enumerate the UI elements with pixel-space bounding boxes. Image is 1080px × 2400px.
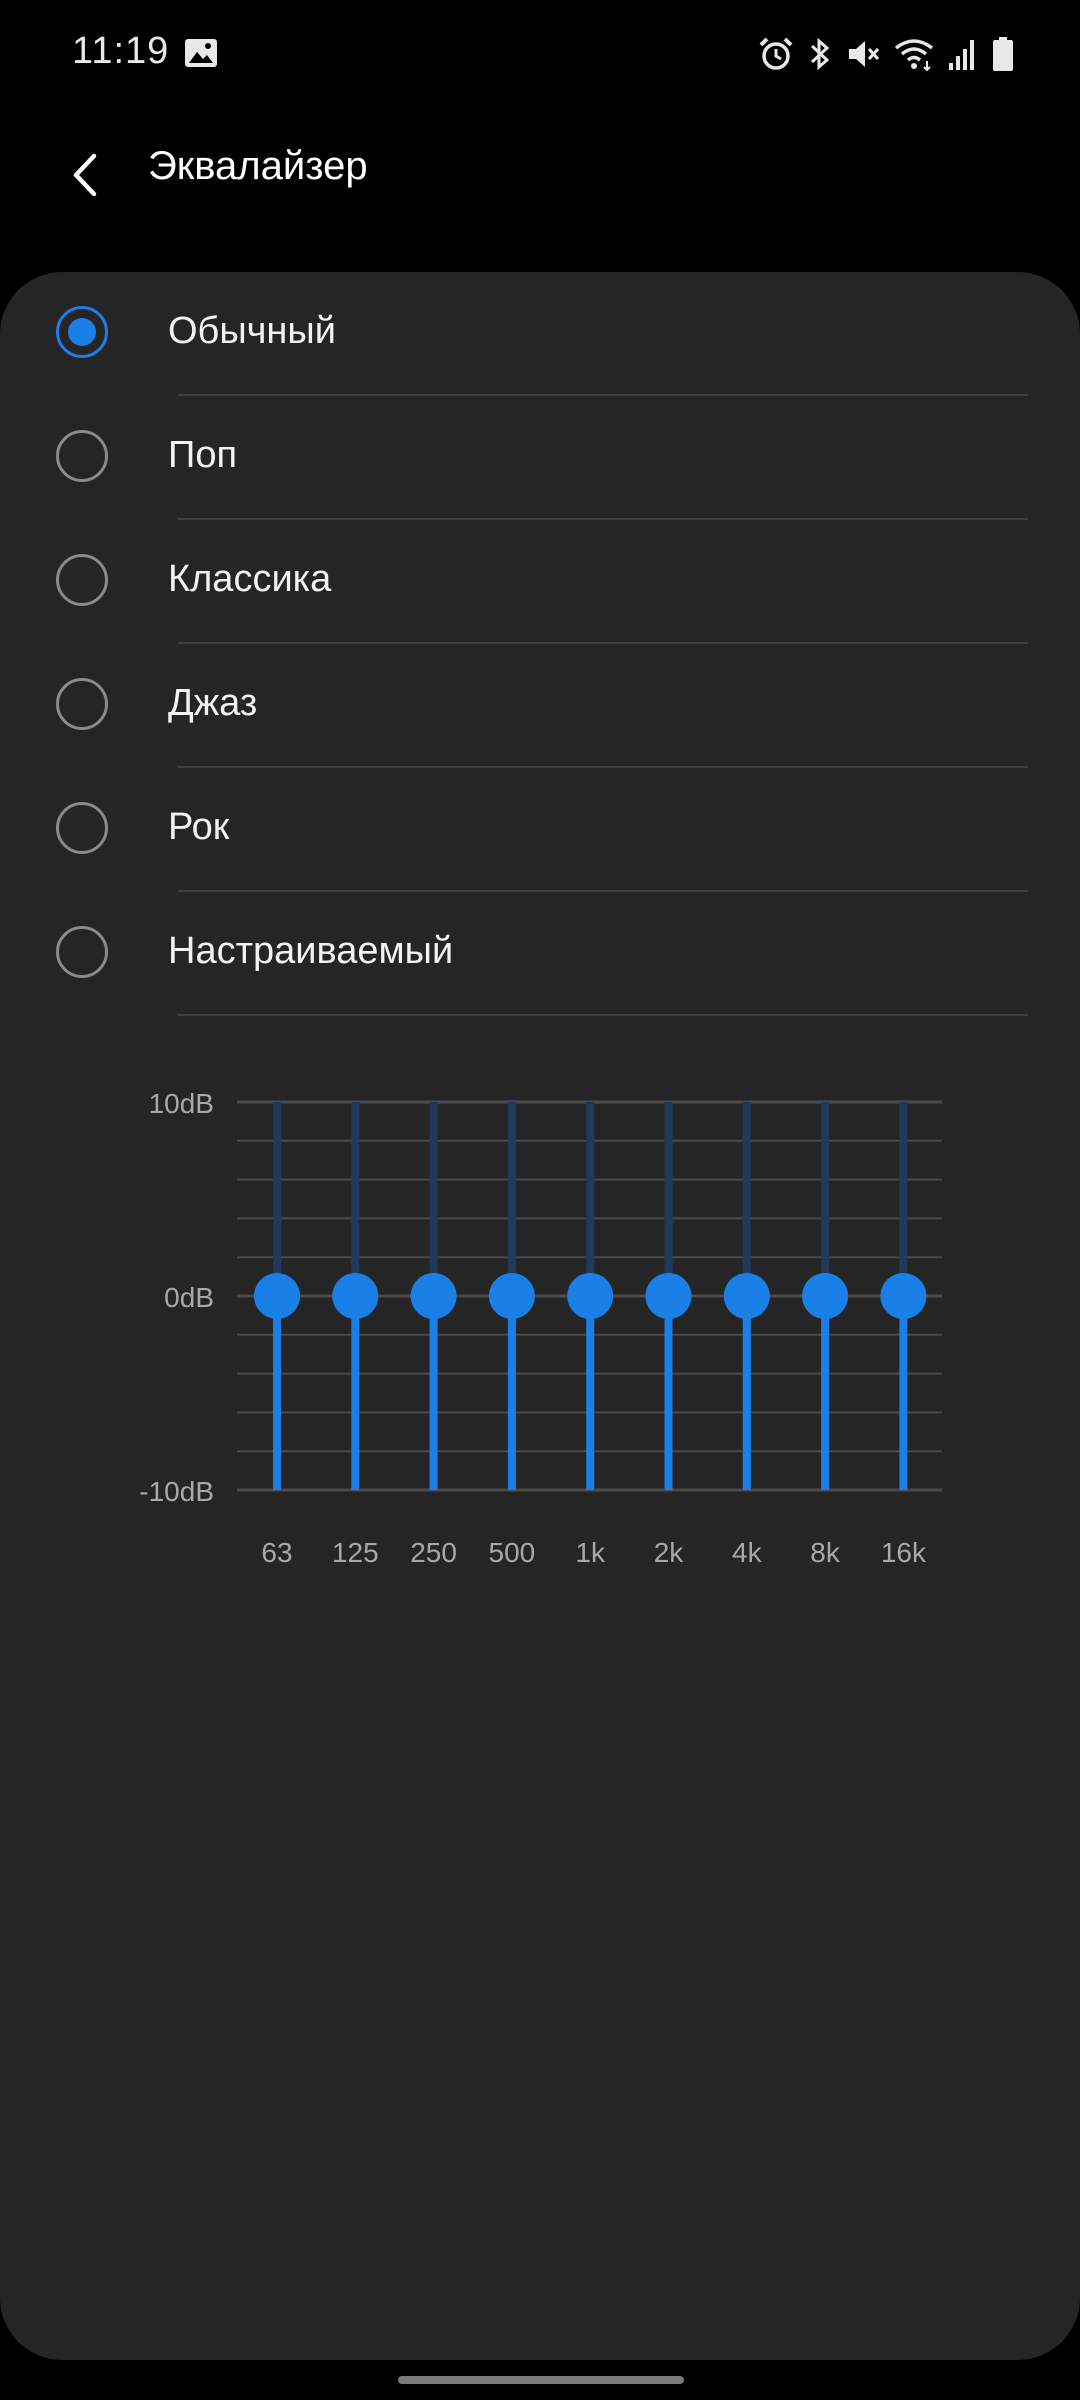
slider-knob[interactable] xyxy=(645,1273,692,1319)
wifi-icon xyxy=(894,39,934,72)
slider-track-upper xyxy=(586,1102,595,1296)
preset-list: Обычный Поп Классика Джаз Рок Настраивае… xyxy=(0,272,1080,1016)
slider-knob[interactable] xyxy=(723,1273,770,1319)
radio-button[interactable] xyxy=(56,306,108,358)
back-button[interactable] xyxy=(50,130,118,220)
x-tick-label: 500 xyxy=(489,1537,536,1568)
radio-button[interactable] xyxy=(56,926,108,978)
slider-track-lower xyxy=(899,1296,908,1490)
radio-button[interactable] xyxy=(56,802,108,854)
equalizer-chart: 10dB 0dB -10dB 63 125 250 500 1k 2k 4k 8k 16k xyxy=(139,1088,942,1568)
slider-track-upper xyxy=(742,1102,751,1296)
gallery-icon xyxy=(185,39,217,67)
radio-button[interactable] xyxy=(56,430,108,482)
preset-label: Джаз xyxy=(168,682,258,724)
slider-track-upper xyxy=(273,1102,281,1296)
status-time: 11:19 xyxy=(72,30,170,72)
slider-track-upper xyxy=(664,1102,673,1296)
battery-icon xyxy=(993,37,1013,71)
preset-option-rock[interactable]: Рок xyxy=(0,768,1080,892)
slider-track-lower xyxy=(351,1296,360,1490)
slider-track-upper xyxy=(351,1102,360,1296)
preset-label: Обычный xyxy=(168,310,336,352)
divider xyxy=(178,1014,1028,1016)
y-tick-label: 0dB xyxy=(164,1282,214,1313)
preset-label: Поп xyxy=(168,434,238,476)
preset-label: Классика xyxy=(168,558,332,600)
status-bar: 11:19 xyxy=(0,0,1080,110)
slider-knob[interactable] xyxy=(332,1273,379,1319)
radio-button[interactable] xyxy=(56,554,108,606)
y-tick-label: 10dB xyxy=(149,1088,214,1119)
navigation-handle[interactable] xyxy=(398,2376,684,2384)
slider-track-upper xyxy=(429,1102,438,1296)
page-title: Эквалайзер xyxy=(148,144,368,188)
equalizer-card: Обычный Поп Классика Джаз Рок Настраивае… xyxy=(0,272,1080,2360)
slider-track-lower xyxy=(821,1296,830,1490)
x-tick-label: 1k xyxy=(575,1537,606,1568)
slider-knob[interactable] xyxy=(410,1273,457,1319)
bluetooth-icon xyxy=(810,37,830,71)
slider-knob[interactable] xyxy=(567,1273,614,1319)
slider-track-lower xyxy=(273,1296,281,1490)
chevron-left-icon xyxy=(73,153,97,197)
x-tick-label: 2k xyxy=(654,1537,685,1568)
preset-option-normal[interactable]: Обычный xyxy=(0,272,1080,396)
slider-knob[interactable] xyxy=(254,1273,300,1319)
slider-track-lower xyxy=(429,1296,438,1490)
slider-track-lower xyxy=(507,1296,516,1490)
radio-button[interactable] xyxy=(56,678,108,730)
x-tick-label: 63 xyxy=(261,1537,292,1568)
x-tick-label: 125 xyxy=(332,1537,379,1568)
signal-icon xyxy=(949,40,974,70)
x-tick-label: 8k xyxy=(810,1537,841,1568)
preset-option-classic[interactable]: Классика xyxy=(0,520,1080,644)
app-bar: Эквалайзер xyxy=(0,110,1080,280)
y-tick-label: -10dB xyxy=(139,1476,214,1507)
x-tick-label: 4k xyxy=(732,1537,763,1568)
preset-label: Настраиваемый xyxy=(168,930,454,972)
slider-track-lower xyxy=(664,1296,673,1490)
mute-icon xyxy=(849,41,880,67)
slider-knob[interactable] xyxy=(880,1273,927,1319)
slider-track-lower xyxy=(586,1296,595,1490)
slider-track-upper xyxy=(507,1102,516,1296)
slider-knob[interactable] xyxy=(802,1273,849,1319)
x-tick-label: 250 xyxy=(410,1537,457,1568)
preset-option-pop[interactable]: Поп xyxy=(0,396,1080,520)
x-tick-label: 16k xyxy=(881,1537,927,1568)
slider-track-upper xyxy=(821,1102,830,1296)
slider-track-upper xyxy=(899,1102,908,1296)
preset-option-jazz[interactable]: Джаз xyxy=(0,644,1080,768)
slider-knob[interactable] xyxy=(488,1273,535,1319)
preset-option-custom[interactable]: Настраиваемый xyxy=(0,892,1080,1016)
status-icons xyxy=(758,34,1014,74)
preset-label: Рок xyxy=(168,806,230,848)
slider-track-lower xyxy=(742,1296,751,1490)
alarm-icon xyxy=(759,37,793,70)
